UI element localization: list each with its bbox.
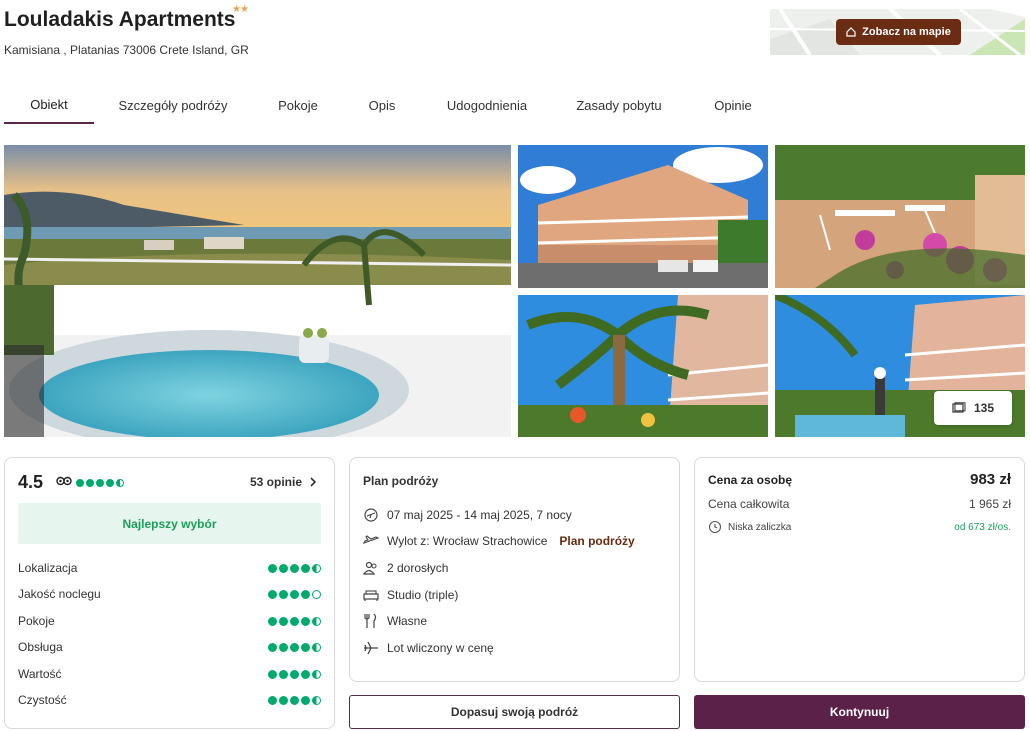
tab-pokoje[interactable]: Pokoje bbox=[268, 86, 328, 124]
rating-category-dots bbox=[268, 563, 321, 573]
photo-count: 135 bbox=[973, 401, 995, 415]
price-per-person-value: 983 zł bbox=[970, 471, 1011, 488]
rating-category-name: Czystość bbox=[18, 693, 67, 707]
rating-category-name: Jakość noclegu bbox=[18, 587, 101, 601]
photo-garden-terrace[interactable] bbox=[775, 145, 1025, 288]
hotel-address: Kamisiana , Platanias 73006 Crete Island… bbox=[4, 43, 249, 57]
rating-dot bbox=[86, 478, 94, 487]
customize-trip-button[interactable]: Dopasuj swoją podróż bbox=[349, 695, 680, 729]
people-icon bbox=[363, 561, 377, 575]
rating-category-row: Pokoje bbox=[18, 613, 321, 629]
trip-dates-row: 07 maj 2025 - 14 maj 2025, 7 nocy bbox=[363, 506, 572, 524]
rating-dot bbox=[106, 478, 114, 487]
bed-icon bbox=[363, 590, 379, 601]
cutlery-icon bbox=[364, 613, 377, 628]
photo-building-exterior[interactable] bbox=[518, 145, 768, 288]
board-row: Własne bbox=[363, 612, 427, 630]
tab-opinie[interactable]: Opinie bbox=[704, 86, 762, 124]
show-on-map-label: Zobacz na mapie bbox=[862, 26, 951, 38]
rating-category-dots bbox=[268, 589, 321, 599]
flight-row: Lot wliczony w cenę bbox=[363, 639, 494, 657]
price-total-row: Cena całkowita 1 965 zł bbox=[708, 497, 1011, 511]
tab-opis[interactable]: Opis bbox=[359, 86, 405, 124]
section-tabs: Obiekt Szczegóły podróży Pokoje Opis Udo… bbox=[4, 86, 764, 126]
rating-category-name: Wartość bbox=[18, 667, 62, 681]
room-type: Studio (triple) bbox=[387, 588, 459, 602]
rating-dot bbox=[96, 478, 104, 487]
deposit-icon bbox=[708, 520, 722, 534]
deposit-label: Niska zaliczka bbox=[728, 521, 792, 533]
guests-row: 2 dorosłych bbox=[363, 559, 448, 577]
rating-score: 4.5 bbox=[18, 472, 44, 492]
rating-dot bbox=[76, 478, 84, 487]
departure-row: Wylot z: Wrocław Strachowice Plan podróż… bbox=[363, 532, 635, 550]
price-per-person-label: Cena za osobę bbox=[708, 472, 793, 487]
reviews-count: 53 opinie bbox=[250, 475, 303, 489]
tab-zasady-pobytu[interactable]: Zasady pobytu bbox=[572, 86, 666, 124]
photo-palm-balconies[interactable] bbox=[518, 295, 768, 437]
price-per-person-row: Cena za osobę 983 zł bbox=[708, 471, 1011, 488]
deposit-value: od 673 zł/os. bbox=[954, 521, 1011, 533]
hotel-name: Louladakis Apartments bbox=[4, 8, 236, 31]
departure-plane-icon bbox=[363, 535, 379, 544]
room-row: Studio (triple) bbox=[363, 586, 458, 604]
rating-category-dots bbox=[268, 669, 321, 679]
rating-category-dots bbox=[268, 695, 321, 705]
chevron-right-icon bbox=[310, 477, 317, 487]
rating-category-row: Wartość bbox=[18, 666, 321, 682]
tripadvisor-rating bbox=[56, 476, 124, 489]
rating-dot bbox=[116, 478, 124, 487]
house-icon bbox=[846, 27, 856, 37]
continue-button[interactable]: Kontynuuj bbox=[694, 695, 1025, 729]
tripadvisor-icon bbox=[56, 476, 72, 489]
trip-plan-title: Plan podróży bbox=[363, 474, 439, 488]
airplane-icon bbox=[364, 641, 378, 655]
tab-udogodnienia[interactable]: Udogodnienia bbox=[440, 86, 534, 124]
rating-category-row: Obsługa bbox=[18, 639, 321, 655]
guests-count: 2 dorosłych bbox=[387, 561, 449, 575]
rating-category-dots bbox=[268, 616, 321, 626]
price-total-value: 1 965 zł bbox=[968, 497, 1011, 511]
rating-category-row: Czystość bbox=[18, 692, 321, 708]
price-card bbox=[694, 457, 1025, 682]
tab-obiekt[interactable]: Obiekt bbox=[4, 86, 94, 124]
main-photo-hot-tub-sea-view[interactable] bbox=[4, 145, 511, 437]
rating-category-name: Pokoje bbox=[18, 614, 55, 628]
rating-category-name: Lokalizacja bbox=[18, 561, 78, 575]
show-on-map-button[interactable]: Zobacz na mapie bbox=[836, 19, 961, 45]
departure-airport: Wylot z: Wrocław Strachowice bbox=[387, 534, 548, 548]
board-type: Własne bbox=[387, 614, 428, 628]
rating-category-dots bbox=[268, 642, 321, 652]
trip-dates: 07 maj 2025 - 14 maj 2025, 7 nocy bbox=[387, 508, 572, 522]
rating-category-name: Obsługa bbox=[18, 640, 63, 654]
rating-category-row: Jakość noclegu bbox=[18, 586, 321, 602]
deposit-row: Niska zaliczka od 673 zł/os. bbox=[708, 520, 1011, 534]
hotel-stars: ★★ bbox=[232, 4, 249, 15]
flight-included: Lot wliczony w cenę bbox=[387, 641, 494, 655]
photos-icon bbox=[952, 402, 966, 413]
tab-szczegoly-podrozy[interactable]: Szczegóły podróży bbox=[112, 86, 234, 124]
reviews-link[interactable]: 53 opinie bbox=[250, 475, 317, 489]
rating-category-row: Lokalizacja bbox=[18, 560, 321, 576]
photo-count-button[interactable]: 135 bbox=[934, 391, 1012, 425]
price-total-label: Cena całkowita bbox=[708, 497, 790, 511]
calendar-plane-icon bbox=[364, 508, 378, 522]
best-choice-badge: Najlepszy wybór bbox=[18, 503, 321, 544]
trip-plan-link[interactable]: Plan podróży bbox=[559, 534, 634, 548]
